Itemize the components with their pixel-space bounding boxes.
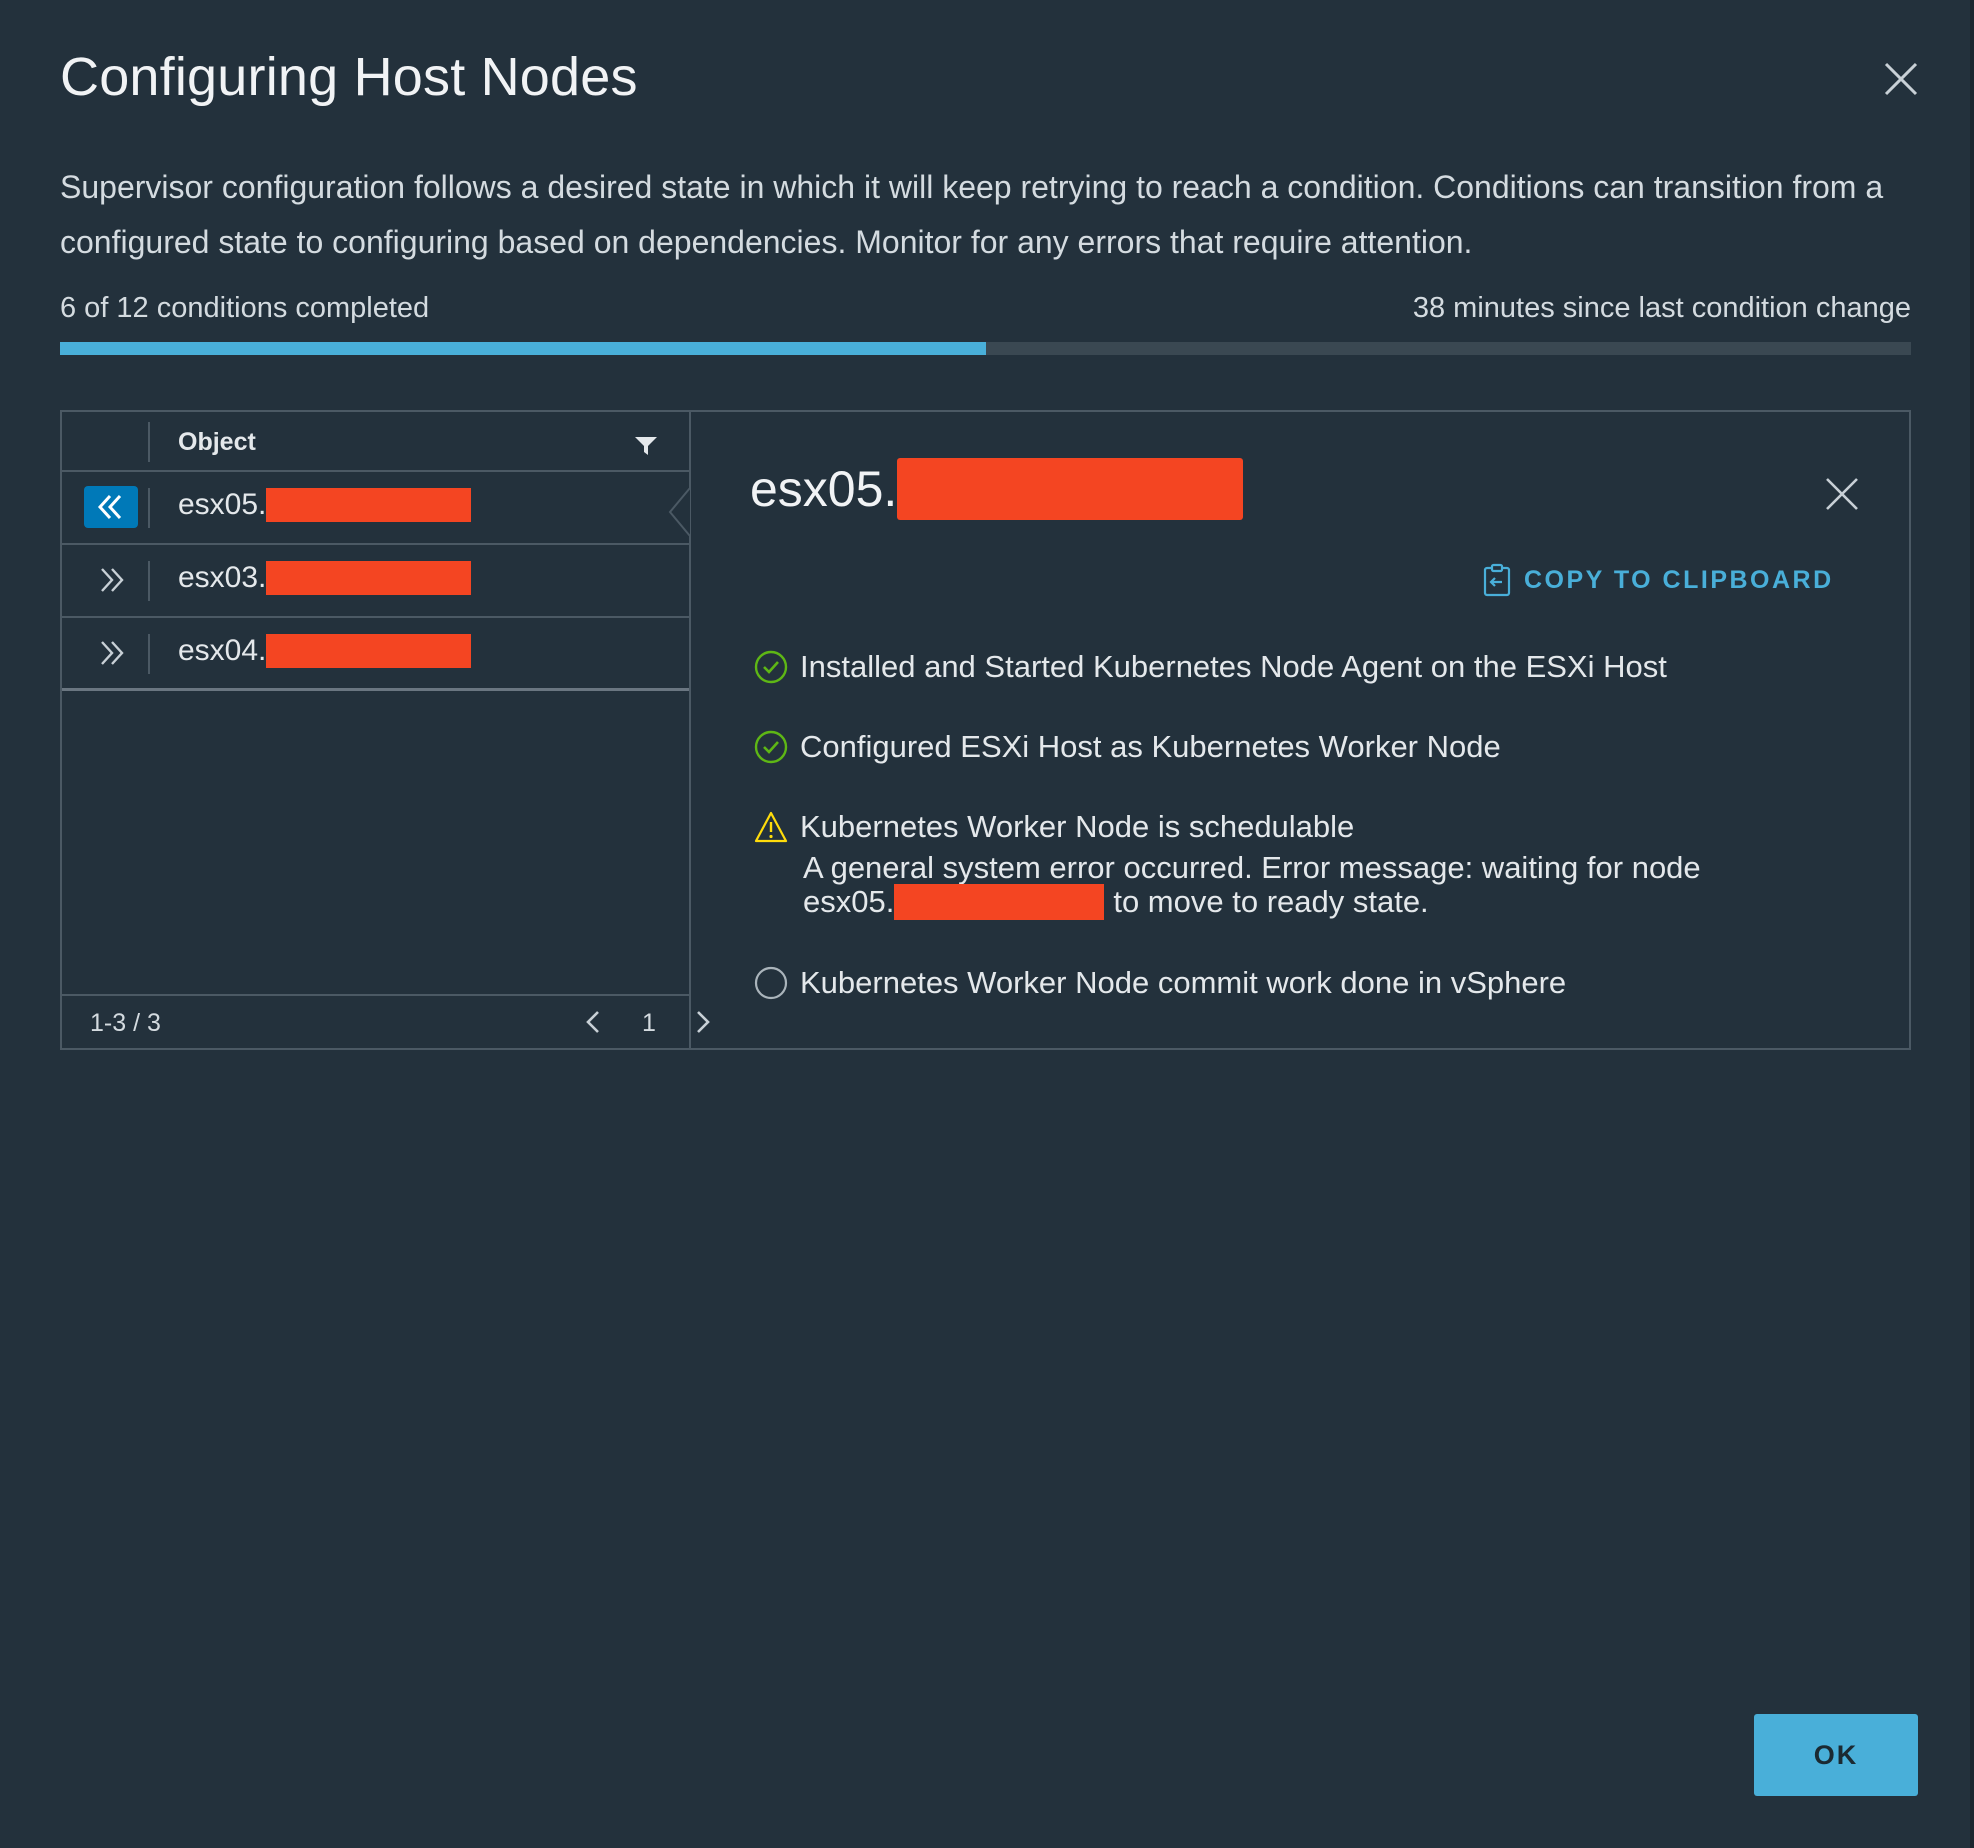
last-change-label: 38 minutes since last condition change (1412, 292, 1911, 324)
column-separator (148, 488, 150, 528)
datagrid-footer: 1-3 / 3 1 (62, 994, 710, 1048)
ok-button[interactable]: OK (1754, 1714, 1918, 1796)
condition-label: Installed and Started Kubernetes Node Ag… (800, 649, 1667, 684)
host-name-label: esx05. (178, 488, 267, 521)
error-message-suffix: to move to ready state. (1113, 884, 1429, 919)
pagination-range: 1-3 / 3 (90, 1009, 161, 1037)
table-row[interactable]: esx04. (62, 618, 689, 691)
condition-error-message: A general system error occurred. Error m… (803, 852, 1863, 920)
datagrid-header: Object (62, 412, 689, 472)
redacted-block (897, 458, 1244, 520)
close-dialog-icon[interactable] (1880, 58, 1922, 100)
condition-label: Configured ESXi Host as Kubernetes Worke… (800, 729, 1501, 764)
host-nodes-panel: Object esx05. esx03. esx04. 1-3 / 3 1 es… (60, 410, 1911, 1050)
redacted-block (266, 634, 472, 668)
condition-label: Kubernetes Worker Node commit work done … (800, 965, 1567, 1000)
empty-circle-icon (754, 966, 788, 1000)
double-chevron-right-icon (101, 568, 124, 592)
condition-label: Kubernetes Worker Node is schedulable (800, 809, 1355, 844)
detail-title: esx05. (750, 458, 1244, 520)
condition-item: Installed and Started Kubernetes Node Ag… (754, 648, 1667, 686)
clipboard-icon (1483, 563, 1511, 597)
expand-detail-button[interactable] (84, 632, 138, 674)
double-chevron-left-icon (97, 494, 122, 520)
redacted-block (266, 561, 472, 595)
host-datagrid: Object esx05. esx03. esx04. 1-3 / 3 1 (62, 412, 710, 1048)
condition-item: Kubernetes Worker Node is schedulable (754, 808, 1354, 846)
configuring-host-nodes-dialog: Configuring Host Nodes Supervisor config… (0, 0, 1974, 1848)
scrollbar-edge (1970, 0, 1974, 1848)
error-message-line-1: A general system error occurred. Error m… (803, 850, 1701, 885)
collapse-detail-button[interactable] (84, 486, 138, 528)
condition-item: Kubernetes Worker Node commit work done … (754, 964, 1566, 1002)
previous-page-icon[interactable] (578, 1006, 608, 1038)
expand-detail-button[interactable] (84, 559, 138, 601)
column-separator (148, 422, 150, 462)
condition-item: Configured ESXi Host as Kubernetes Worke… (754, 728, 1501, 766)
host-name[interactable]: esx05. (178, 488, 472, 522)
error-host-name: esx05. (803, 884, 895, 919)
table-row[interactable]: esx05. (62, 472, 690, 545)
host-name[interactable]: esx03. (178, 561, 472, 595)
dialog-description: Supervisor configuration follows a desir… (60, 169, 1884, 260)
dialog-title: Configuring Host Nodes (60, 47, 638, 107)
double-chevron-right-icon (101, 641, 124, 665)
next-page-icon[interactable] (688, 1006, 718, 1038)
host-name-label: esx04. (178, 634, 267, 667)
redacted-block (266, 488, 472, 522)
table-row[interactable]: esx03. (62, 545, 689, 618)
column-separator (148, 634, 150, 674)
check-circle-icon (754, 730, 788, 764)
close-detail-icon[interactable] (1824, 476, 1860, 512)
warning-triangle-icon (754, 811, 788, 843)
selected-row-caret (668, 488, 690, 536)
progress-bar-fill (60, 342, 986, 355)
check-circle-icon (754, 650, 788, 684)
error-message-line-2: esx05. to move to ready state. (803, 884, 1863, 920)
progress-bar (60, 342, 1911, 355)
host-name[interactable]: esx04. (178, 634, 472, 668)
conditions-completed-label: 6 of 12 conditions completed (60, 292, 430, 324)
column-separator (148, 561, 150, 601)
object-column-header[interactable]: Object (178, 428, 256, 457)
copy-to-clipboard-button[interactable]: COPY TO CLIPBOARD (1482, 560, 1834, 600)
host-name-label: esx03. (178, 561, 267, 594)
redacted-block (894, 884, 1105, 920)
progress-labels: 6 of 12 conditions completed 38 minutes … (60, 292, 1911, 325)
copy-to-clipboard-label: COPY TO CLIPBOARD (1524, 565, 1834, 594)
current-page: 1 (642, 1009, 656, 1037)
filter-icon[interactable] (634, 436, 658, 456)
detail-host-name: esx05. (750, 461, 898, 517)
